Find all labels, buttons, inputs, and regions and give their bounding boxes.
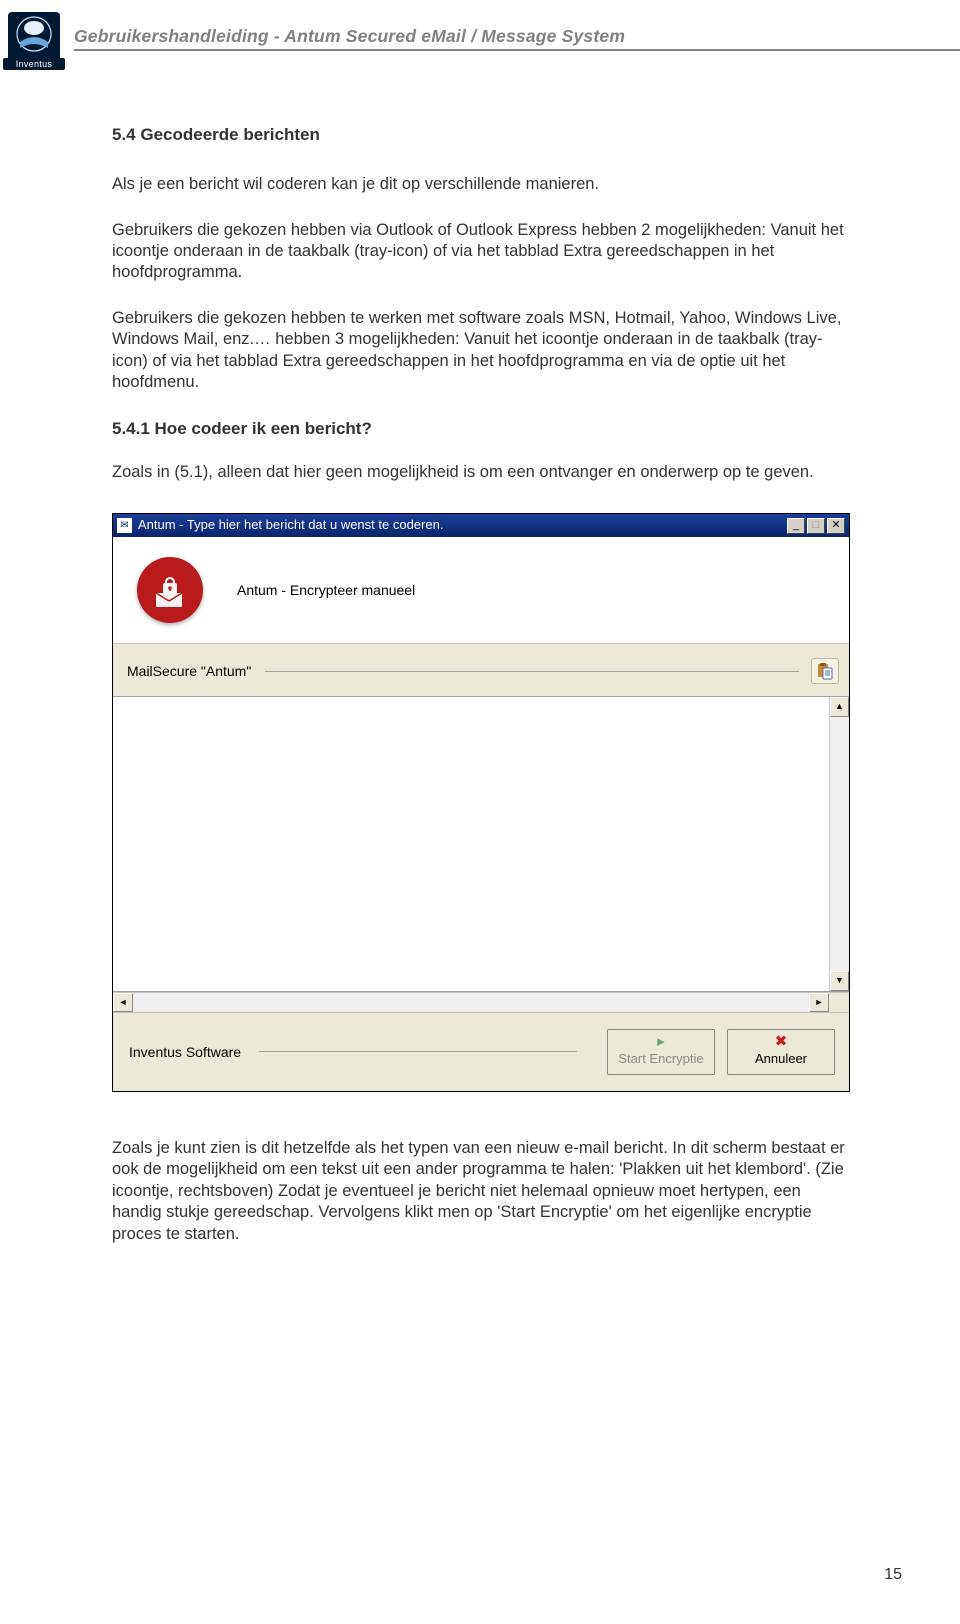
scroll-up-button[interactable]: ▲ <box>830 697 849 717</box>
scrollbar-corner <box>829 993 849 1012</box>
banner-label: Antum - Encrypteer manueel <box>237 581 415 599</box>
antum-dialog-window: ✉ Antum - Type hier het bericht dat u we… <box>112 513 850 1092</box>
encrypt-icon <box>137 557 203 623</box>
dialog-banner: Antum - Encrypteer manueel <box>113 537 849 644</box>
paragraph-5: Zoals je kunt zien is dit hetzelfde als … <box>112 1138 848 1245</box>
scroll-left-button[interactable]: ◄ <box>113 993 133 1012</box>
logo-caption: Inventus <box>3 58 65 70</box>
dialog-title-text: Antum - Type hier het bericht dat u wens… <box>138 517 787 534</box>
dialog-footer: Inventus Software ▸ Start Encryptie ✖ An… <box>113 1012 849 1091</box>
doc-title: Gebruikershandleiding - Antum Secured eM… <box>74 26 960 51</box>
footer-vendor-label: Inventus Software <box>129 1043 241 1061</box>
scroll-track[interactable] <box>830 717 849 971</box>
clipboard-paste-icon <box>816 662 834 680</box>
paragraph-2: Gebruikers die gekozen hebben via Outloo… <box>112 220 848 284</box>
minimize-button[interactable]: _ <box>787 518 805 534</box>
scroll-track-h[interactable] <box>133 993 809 1012</box>
section-heading: 5.4 Gecodeerde berichten <box>112 124 848 146</box>
field-row: MailSecure "Antum" <box>113 644 849 696</box>
paste-from-clipboard-button[interactable] <box>811 658 839 684</box>
horizontal-scrollbar[interactable]: ◄ ► <box>113 992 849 1012</box>
paragraph-1: Als je een bericht wil coderen kan je di… <box>112 174 848 195</box>
paragraph-4: Zoals in (5.1), alleen dat hier geen mog… <box>112 462 848 483</box>
close-button[interactable]: ✕ <box>827 518 845 534</box>
inventus-logo: Inventus <box>8 12 60 64</box>
field-label: MailSecure "Antum" <box>127 662 251 680</box>
footer-separator <box>259 1051 577 1052</box>
doc-body: 5.4 Gecodeerde berichten Als je een beri… <box>0 64 960 1245</box>
page-number: 15 <box>884 1566 902 1584</box>
doc-header: Inventus Gebruikershandleiding - Antum S… <box>0 0 960 64</box>
paragraph-3: Gebruikers die gekozen hebben te werken … <box>112 308 848 394</box>
field-separator <box>265 671 799 672</box>
message-textarea[interactable]: ▲ ▼ <box>113 696 849 992</box>
cancel-icon: ✖ <box>738 1034 824 1050</box>
scroll-right-button[interactable]: ► <box>809 993 829 1012</box>
play-icon: ▸ <box>618 1034 704 1050</box>
cancel-button[interactable]: ✖ Annuleer <box>727 1029 835 1075</box>
vertical-scrollbar[interactable]: ▲ ▼ <box>829 697 849 991</box>
dialog-titlebar[interactable]: ✉ Antum - Type hier het bericht dat u we… <box>113 514 849 537</box>
scroll-down-button[interactable]: ▼ <box>830 971 849 991</box>
subsection-heading: 5.4.1 Hoe codeer ik een bericht? <box>112 418 848 440</box>
start-encrypt-button[interactable]: ▸ Start Encryptie <box>607 1029 715 1075</box>
maximize-button[interactable]: □ <box>807 518 825 534</box>
app-icon: ✉ <box>117 518 132 533</box>
